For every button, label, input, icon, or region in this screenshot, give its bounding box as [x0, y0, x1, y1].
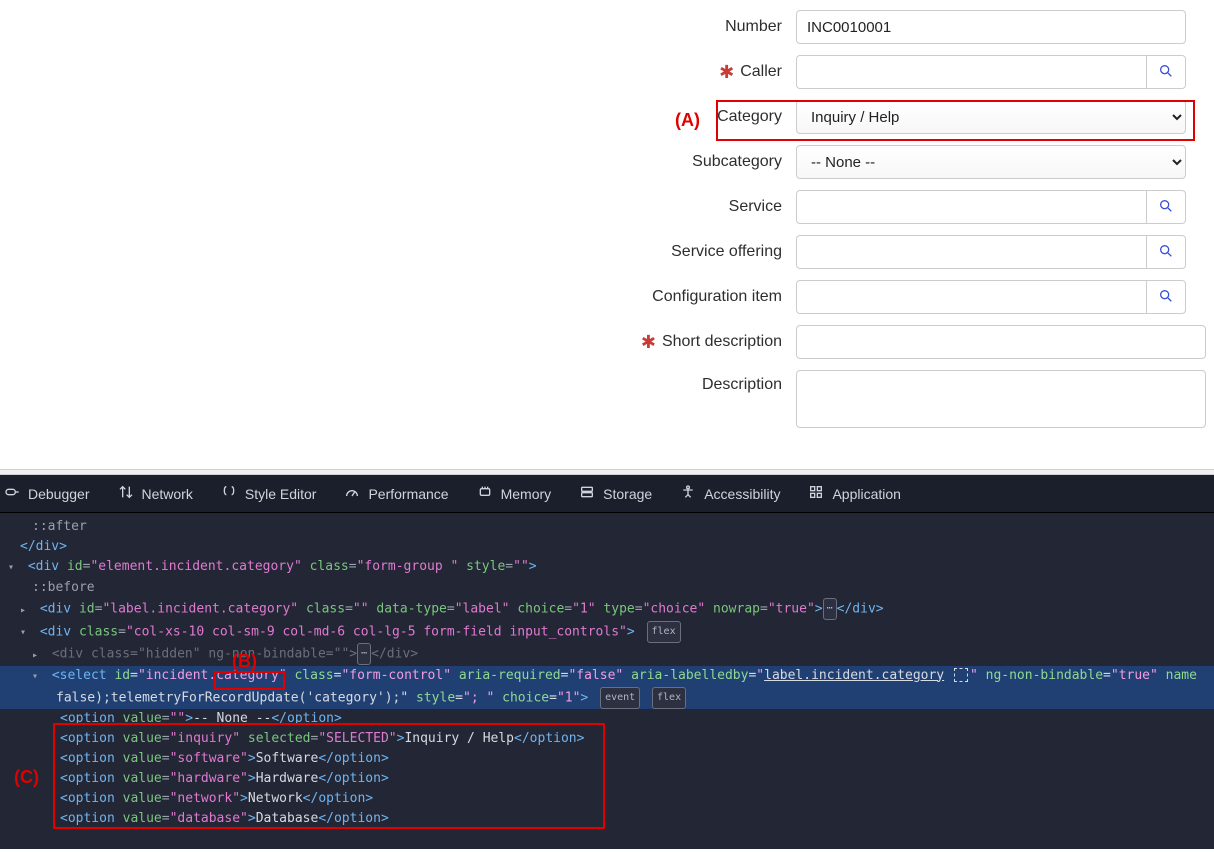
application-icon	[808, 484, 824, 503]
category-select[interactable]: Inquiry / Help	[796, 100, 1186, 134]
label-caller: ✱ Caller	[540, 62, 796, 83]
required-mark: ✱	[719, 62, 734, 83]
short-description-input[interactable]	[796, 325, 1206, 359]
label-short-description: ✱ Short description	[540, 332, 796, 353]
description-textarea[interactable]	[796, 370, 1206, 428]
code-line: <div class="hidden" ng-non-bindable="">⋯…	[0, 643, 1214, 666]
memory-icon	[477, 484, 493, 503]
search-icon	[1158, 63, 1174, 82]
accessibility-icon	[680, 484, 696, 503]
debugger-icon	[4, 484, 20, 503]
search-icon	[1158, 198, 1174, 217]
tab-network[interactable]: Network	[118, 484, 193, 503]
code-line: ::after	[0, 517, 1214, 537]
devtools-code[interactable]: ::after </div> <div id="element.incident…	[0, 513, 1214, 849]
code-line: <div class="col-xs-10 col-sm-9 col-md-6 …	[0, 621, 1214, 644]
label-category: Category	[540, 108, 796, 126]
code-option-hardware: <option value="hardware">Hardware</optio…	[0, 769, 1214, 789]
subcategory-select[interactable]: -- None --	[796, 145, 1186, 179]
performance-icon	[344, 484, 360, 503]
code-option-software: <option value="software">Software</optio…	[0, 749, 1214, 769]
tab-style-editor[interactable]: Style Editor	[221, 484, 317, 503]
code-option-database: <option value="database">Database</optio…	[0, 809, 1214, 829]
label-service: Service	[540, 198, 796, 216]
code-line: <div id="element.incident.category" clas…	[0, 557, 1214, 578]
code-option-inquiry: <option value="inquiry" selected="SELECT…	[0, 729, 1214, 749]
form-area: Number ✱ Caller Category Inquiry / Help	[0, 0, 1214, 469]
row-number: Number	[0, 10, 1214, 44]
service-offering-lookup-button[interactable]	[1146, 235, 1186, 269]
required-mark: ✱	[641, 332, 656, 353]
devtools-toolbar: Debugger Network Style Editor Performanc…	[0, 475, 1214, 513]
configuration-item-input[interactable]	[796, 280, 1146, 314]
tab-storage[interactable]: Storage	[579, 484, 652, 503]
row-service: Service	[0, 190, 1214, 224]
row-caller: ✱ Caller	[0, 55, 1214, 89]
service-offering-input[interactable]	[796, 235, 1146, 269]
row-subcategory: Subcategory -- None --	[0, 145, 1214, 179]
code-line-selected: <select id="incident.category" class="fo…	[0, 666, 1214, 687]
target-icon[interactable]	[954, 668, 968, 682]
search-icon	[1158, 288, 1174, 307]
devtools-panel: Debugger Network Style Editor Performanc…	[0, 475, 1214, 849]
row-configuration-item: Configuration item	[0, 280, 1214, 314]
tab-application[interactable]: Application	[808, 484, 901, 503]
caller-input[interactable]	[796, 55, 1146, 89]
tab-debugger[interactable]: Debugger	[4, 484, 90, 503]
code-line: ::before	[0, 578, 1214, 598]
tab-accessibility[interactable]: Accessibility	[680, 484, 780, 503]
service-input[interactable]	[796, 190, 1146, 224]
row-short-description: ✱ Short description	[0, 325, 1214, 359]
style-editor-icon	[221, 484, 237, 503]
code-line-selected: false);telemetryForRecordUpdate('categor…	[0, 687, 1214, 709]
tab-memory[interactable]: Memory	[477, 484, 552, 503]
storage-icon	[579, 484, 595, 503]
number-input[interactable]	[796, 10, 1186, 44]
label-description: Description	[540, 370, 796, 394]
service-lookup-button[interactable]	[1146, 190, 1186, 224]
search-icon	[1158, 243, 1174, 262]
label-service-offering: Service offering	[540, 243, 796, 261]
code-option-network: <option value="network">Network</option>	[0, 789, 1214, 809]
caller-lookup-button[interactable]	[1146, 55, 1186, 89]
label-configuration-item: Configuration item	[540, 288, 796, 306]
tab-performance[interactable]: Performance	[344, 484, 448, 503]
row-service-offering: Service offering	[0, 235, 1214, 269]
configuration-item-lookup-button[interactable]	[1146, 280, 1186, 314]
code-line: </div>	[0, 537, 1214, 557]
label-number: Number	[540, 18, 796, 36]
code-line: <div id="label.incident.category" class=…	[0, 598, 1214, 621]
label-subcategory: Subcategory	[540, 153, 796, 171]
row-description: Description	[0, 370, 1214, 428]
code-option-none: <option value="">-- None --</option>	[0, 709, 1214, 729]
row-category: Category Inquiry / Help	[0, 100, 1214, 134]
network-icon	[118, 484, 134, 503]
